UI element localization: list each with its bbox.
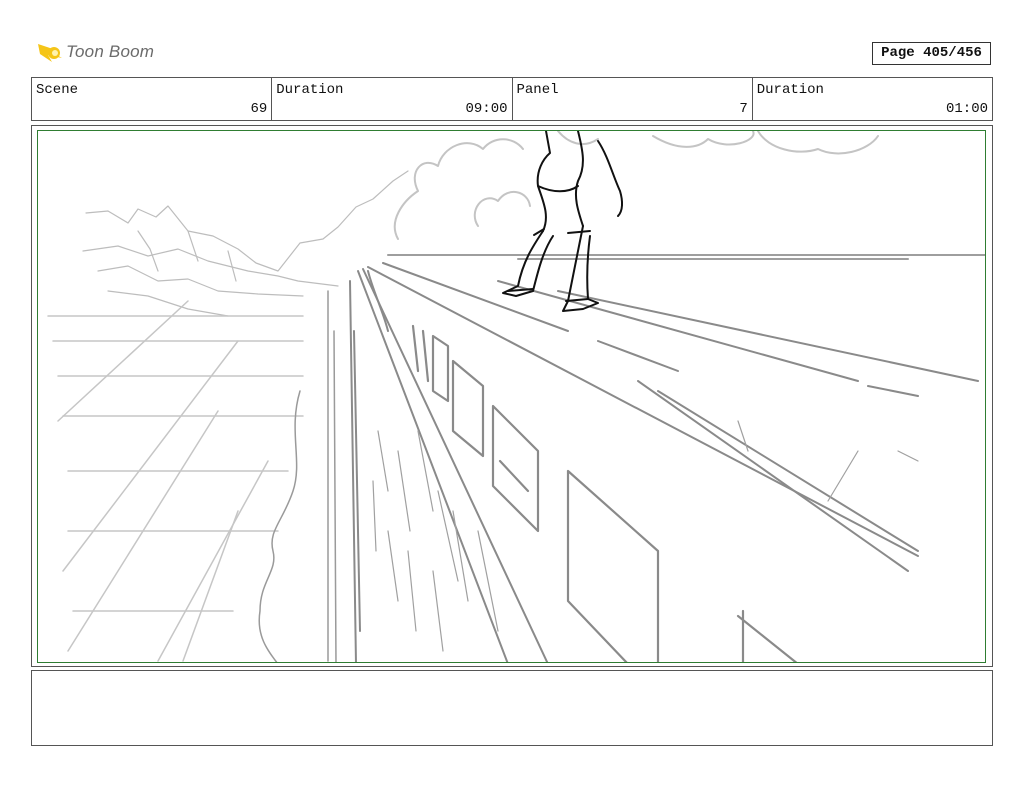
scene-duration-label: Duration xyxy=(276,82,344,98)
page-indicator: Page 405/456 xyxy=(872,42,991,65)
train-windows xyxy=(411,324,798,662)
comet-icon xyxy=(38,44,62,62)
clouds-sketch xyxy=(393,131,879,240)
train-roof xyxy=(349,262,979,662)
toon-boom-logo: Toon Boom xyxy=(34,38,174,68)
panel-duration-cell: Duration 01:00 xyxy=(753,78,992,120)
panel-duration-label: Duration xyxy=(756,82,824,98)
character-sketch xyxy=(502,131,624,312)
horizon-lines xyxy=(387,254,985,260)
panel-duration-value: 01:00 xyxy=(945,101,988,117)
panel-cell: Panel 7 xyxy=(513,78,753,120)
mountains-sketch xyxy=(82,170,409,317)
panel-value: 7 xyxy=(739,101,748,117)
scene-duration-cell: Duration 09:00 xyxy=(272,78,513,120)
notes-box xyxy=(31,670,993,746)
storyboard-panel xyxy=(37,130,986,663)
scene-info-table: Scene 69 Duration 09:00 Panel 7 Duration… xyxy=(31,77,993,121)
panel-label: Panel xyxy=(516,82,559,98)
logo-text: Toon Boom xyxy=(66,42,155,61)
ground-grid xyxy=(47,300,304,662)
scene-duration-value: 09:00 xyxy=(465,101,508,117)
speed-lines xyxy=(372,420,919,652)
scene-cell: Scene 69 xyxy=(32,78,273,120)
scene-value: 69 xyxy=(250,101,268,117)
scene-label: Scene xyxy=(36,82,79,98)
storyboard-sketch xyxy=(47,131,985,662)
cliff-edge xyxy=(258,290,337,662)
